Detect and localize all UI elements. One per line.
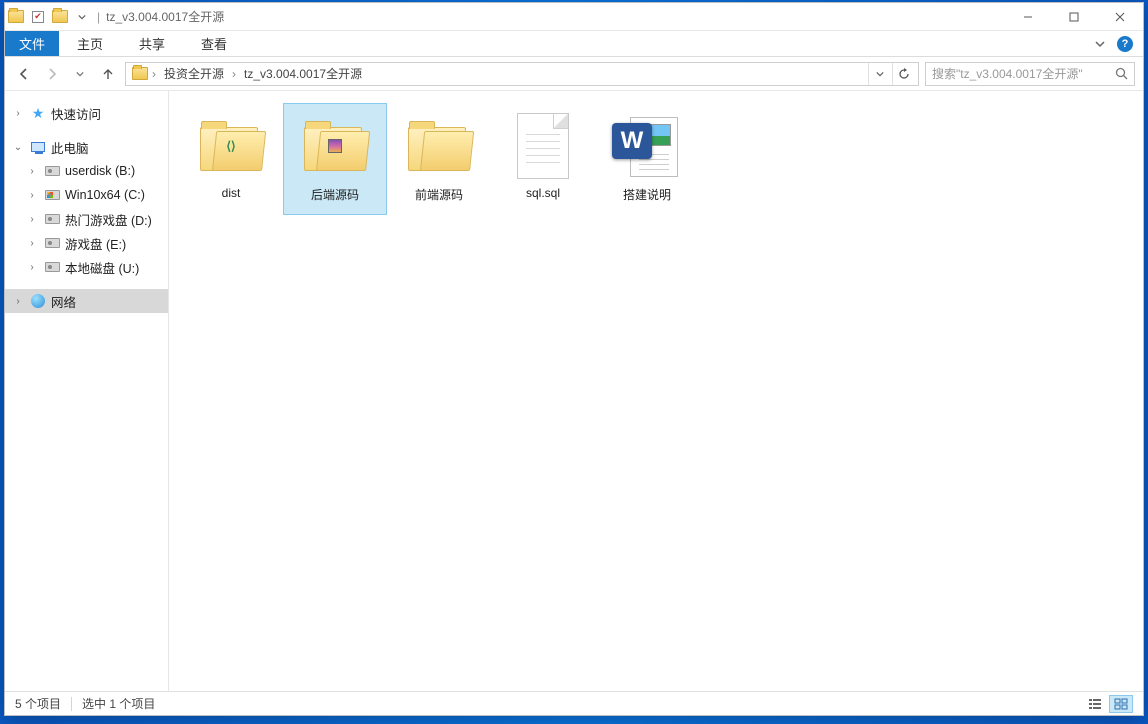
sidebar-drive[interactable]: › 游戏盘 (E:) <box>5 231 168 255</box>
quick-access-toolbar: ✔ <box>5 3 93 30</box>
chevron-right-icon[interactable]: › <box>150 67 158 81</box>
breadcrumb-segment[interactable]: 投资全开源 <box>160 65 228 82</box>
chevron-right-icon[interactable]: › <box>25 262 39 273</box>
sidebar-this-pc[interactable]: ⌄ 此电脑 <box>5 135 168 159</box>
window-title: tz_v3.004.0017全开源 <box>106 8 224 25</box>
file-icon <box>507 110 579 182</box>
nav-bar: › 投资全开源 › tz_v3.004.0017全开源 <box>5 57 1143 91</box>
ribbon-expand-icon[interactable] <box>1095 39 1105 49</box>
qat-folder-icon[interactable] <box>49 3 71 30</box>
sidebar-label: Win10x64 (C:) <box>65 188 145 202</box>
sidebar-drive[interactable]: › userdisk (B:) <box>5 159 168 183</box>
sidebar-label: 游戏盘 (E:) <box>65 234 126 253</box>
drive-icon <box>45 262 60 272</box>
qat-save-icon[interactable]: ✔ <box>27 3 49 30</box>
nav-pane[interactable]: › ★ 快速访问 ⌄ 此电脑 › userdisk (B:) › Win10x6… <box>5 91 169 691</box>
status-bar: 5 个项目 选中 1 个项目 <box>5 691 1143 715</box>
sidebar-label: 热门游戏盘 (D:) <box>65 210 152 229</box>
back-button[interactable] <box>13 63 35 85</box>
list-item[interactable]: 前端源码 <box>387 103 491 215</box>
folder-icon <box>403 110 475 182</box>
chevron-right-icon[interactable]: › <box>11 108 25 119</box>
tab-view[interactable]: 查看 <box>183 31 245 56</box>
forward-button[interactable] <box>41 63 63 85</box>
monitor-icon <box>31 142 45 152</box>
title-separator: | <box>97 10 100 24</box>
chevron-right-icon[interactable]: › <box>25 190 39 201</box>
folder-icon: ⟨⟩ <box>195 110 267 182</box>
maximize-button[interactable] <box>1051 3 1097 30</box>
qat-dropdown[interactable] <box>71 3 93 30</box>
chevron-right-icon[interactable]: › <box>25 166 39 177</box>
list-item[interactable]: W 搭建说明 <box>595 103 699 215</box>
explorer-window: ✔ | tz_v3.004.0017全开源 文件 主页 共享 查看 <box>4 2 1144 716</box>
word-doc-icon: W <box>611 110 683 182</box>
window-controls <box>1005 3 1143 30</box>
sidebar-label: 此电脑 <box>51 138 89 157</box>
drive-icon <box>45 190 60 200</box>
address-folder-icon <box>132 67 148 80</box>
sidebar-drive[interactable]: › 本地磁盘 (U:) <box>5 255 168 279</box>
breadcrumb-segment[interactable]: tz_v3.004.0017全开源 <box>240 65 366 82</box>
minimize-button[interactable] <box>1005 3 1051 30</box>
sidebar-label: 快速访问 <box>51 104 101 123</box>
status-count: 5 个项目 <box>15 695 61 712</box>
drive-icon <box>45 166 60 176</box>
chevron-right-icon[interactable]: › <box>230 67 238 81</box>
drive-icon <box>45 238 60 248</box>
view-large-icons-button[interactable] <box>1109 695 1133 713</box>
recent-dropdown[interactable] <box>69 63 91 85</box>
sidebar-drive[interactable]: › Win10x64 (C:) <box>5 183 168 207</box>
close-button[interactable] <box>1097 3 1143 30</box>
item-label: 前端源码 <box>415 186 463 203</box>
status-selection: 选中 1 个项目 <box>82 695 155 712</box>
item-label: dist <box>222 186 241 200</box>
globe-icon <box>31 294 45 308</box>
search-input[interactable] <box>932 67 1115 81</box>
folder-icon <box>299 110 371 182</box>
address-bar[interactable]: › 投资全开源 › tz_v3.004.0017全开源 <box>125 62 919 86</box>
chevron-right-icon[interactable]: › <box>25 214 39 225</box>
up-button[interactable] <box>97 63 119 85</box>
app-icon[interactable] <box>5 3 27 30</box>
body: › ★ 快速访问 ⌄ 此电脑 › userdisk (B:) › Win10x6… <box>5 91 1143 691</box>
search-icon[interactable] <box>1115 67 1128 80</box>
ribbon: 文件 主页 共享 查看 ? <box>5 31 1143 57</box>
sidebar-label: 本地磁盘 (U:) <box>65 258 139 277</box>
sidebar-label: userdisk (B:) <box>65 164 135 178</box>
chevron-right-icon[interactable]: › <box>25 238 39 249</box>
tab-home[interactable]: 主页 <box>59 31 121 56</box>
list-item[interactable]: ⟨⟩ dist <box>179 103 283 215</box>
item-label: 后端源码 <box>311 186 359 203</box>
chevron-down-icon[interactable]: ⌄ <box>11 142 25 153</box>
tab-share[interactable]: 共享 <box>121 31 183 56</box>
file-list[interactable]: ⟨⟩ dist 后端源码 前端源码 <box>169 91 1143 691</box>
list-item[interactable]: sql.sql <box>491 103 595 215</box>
help-icon[interactable]: ? <box>1117 36 1133 52</box>
sidebar-network[interactable]: › 网络 <box>5 289 168 313</box>
address-dropdown[interactable] <box>868 63 890 85</box>
star-icon: ★ <box>32 105 45 122</box>
title-bar: ✔ | tz_v3.004.0017全开源 <box>5 3 1143 31</box>
item-label: 搭建说明 <box>623 186 671 203</box>
sidebar-drive[interactable]: › 热门游戏盘 (D:) <box>5 207 168 231</box>
item-label: sql.sql <box>526 186 560 200</box>
sidebar-label: 网络 <box>51 292 76 311</box>
view-details-button[interactable] <box>1083 695 1107 713</box>
chevron-right-icon[interactable]: › <box>11 296 25 307</box>
refresh-button[interactable] <box>892 63 914 85</box>
drive-icon <box>45 214 60 224</box>
list-item[interactable]: 后端源码 <box>283 103 387 215</box>
sidebar-quick-access[interactable]: › ★ 快速访问 <box>5 101 168 125</box>
file-tab[interactable]: 文件 <box>5 31 59 56</box>
search-box[interactable] <box>925 62 1135 86</box>
